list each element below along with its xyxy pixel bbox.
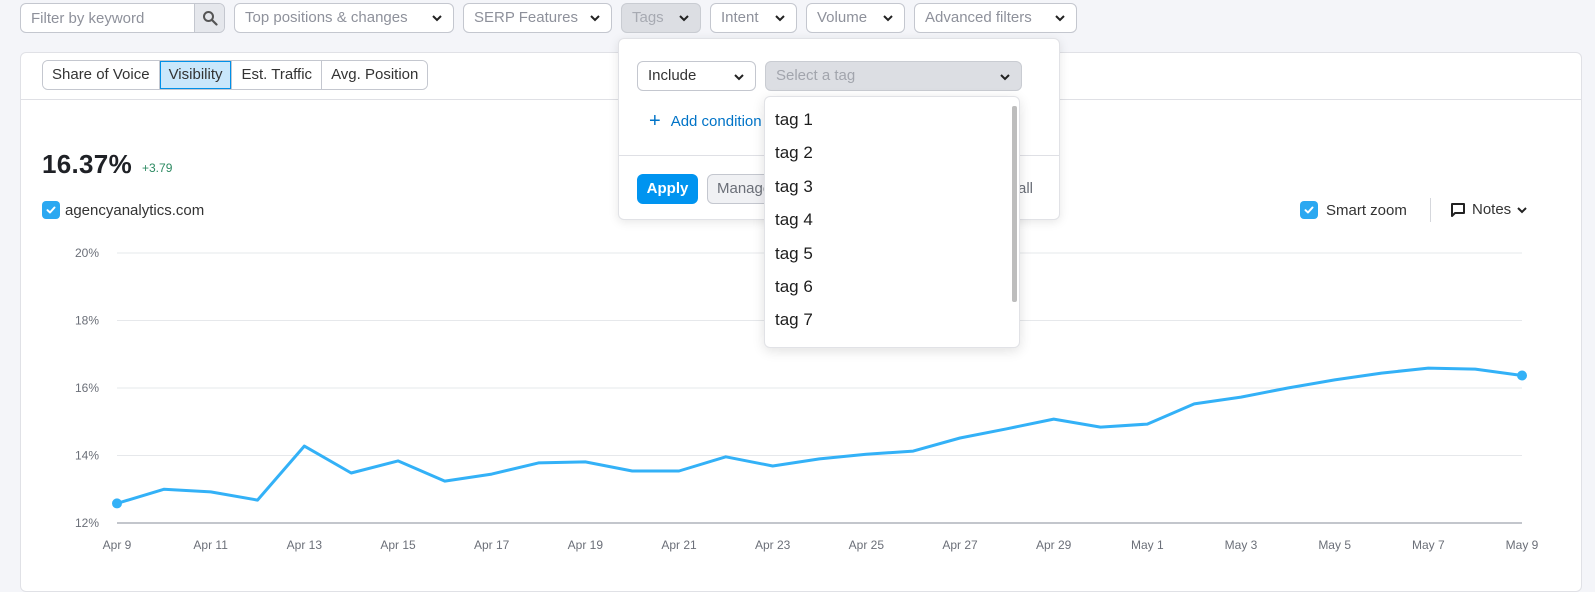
include-select-value: Include xyxy=(648,67,697,84)
divider xyxy=(1430,198,1431,222)
search-button[interactable] xyxy=(194,4,224,32)
visibility-delta: +3.79 xyxy=(142,161,173,175)
intent-filter[interactable]: Intent xyxy=(710,3,797,33)
smart-zoom-label: Smart zoom xyxy=(1326,201,1407,219)
intent-label: Intent xyxy=(721,9,759,26)
tab-est-traffic[interactable]: Est. Traffic xyxy=(232,61,323,89)
tag-option[interactable]: tag 2 xyxy=(765,136,1019,169)
serp-features-filter[interactable]: SERP Features xyxy=(463,3,612,33)
chevron-down-icon xyxy=(679,15,689,22)
tags-label: Tags xyxy=(632,9,664,26)
top-positions-label: Top positions & changes xyxy=(245,9,408,26)
chevron-down-icon xyxy=(734,74,744,81)
comment-icon xyxy=(1451,202,1465,217)
tag-select-placeholder: Select a tag xyxy=(776,67,856,84)
advanced-filters[interactable]: Advanced filters xyxy=(914,3,1077,33)
metric-tabs: Share of Voice Visibility Est. Traffic A… xyxy=(42,60,429,90)
chevron-down-icon xyxy=(432,15,442,22)
apply-button[interactable]: Apply xyxy=(637,174,698,204)
legend-domain-label: agencyanalytics.com xyxy=(65,201,205,219)
checkbox-checked-icon[interactable] xyxy=(42,201,60,219)
chevron-down-icon xyxy=(1000,74,1010,81)
tab-visibility[interactable]: Visibility xyxy=(159,61,233,89)
visibility-value: 16.37% xyxy=(42,149,132,179)
tag-option[interactable]: tag 5 xyxy=(765,237,1019,270)
keyword-filter-input[interactable] xyxy=(21,4,193,32)
tag-option[interactable]: tag 1 xyxy=(765,103,1019,136)
tag-select[interactable]: Select a tag xyxy=(765,61,1022,91)
tag-option[interactable]: tag 4 xyxy=(765,203,1019,236)
include-exclude-select[interactable]: Include xyxy=(637,61,756,91)
scrollbar[interactable] xyxy=(1012,106,1017,302)
tag-option[interactable]: tag 7 xyxy=(765,303,1019,336)
search-icon xyxy=(202,11,218,26)
chevron-down-icon xyxy=(1517,206,1527,213)
tags-filter[interactable]: Tags xyxy=(621,3,701,33)
tag-options-list: tag 1 tag 2 tag 3 tag 4 tag 5 tag 6 tag … xyxy=(764,96,1020,348)
volume-filter[interactable]: Volume xyxy=(806,3,905,33)
tab-avg-position[interactable]: Avg. Position xyxy=(322,61,428,89)
chevron-down-icon xyxy=(590,15,600,22)
volume-label: Volume xyxy=(817,9,868,26)
top-positions-filter[interactable]: Top positions & changes xyxy=(234,3,454,33)
notes-dropdown[interactable]: Notes xyxy=(1450,201,1534,218)
chevron-down-icon xyxy=(1055,15,1065,22)
tag-option[interactable]: tag 3 xyxy=(765,170,1019,203)
add-condition-button[interactable]: + Add condition xyxy=(649,110,762,132)
notes-label: Notes xyxy=(1472,201,1512,218)
serp-features-label: SERP Features xyxy=(474,9,578,26)
plus-icon: + xyxy=(649,110,661,132)
add-condition-label: Add condition xyxy=(670,112,762,130)
chevron-down-icon xyxy=(775,15,785,22)
checkbox-checked-icon[interactable] xyxy=(1300,201,1318,219)
chevron-down-icon xyxy=(883,15,893,22)
legend-domain[interactable]: agencyanalytics.com xyxy=(42,201,204,219)
advanced-filters-label: Advanced filters xyxy=(925,9,1032,26)
tag-option[interactable]: tag 6 xyxy=(765,270,1019,303)
keyword-filter xyxy=(20,3,225,33)
tab-share-of-voice[interactable]: Share of Voice xyxy=(43,61,160,89)
smart-zoom-toggle[interactable]: Smart zoom xyxy=(1300,201,1407,219)
